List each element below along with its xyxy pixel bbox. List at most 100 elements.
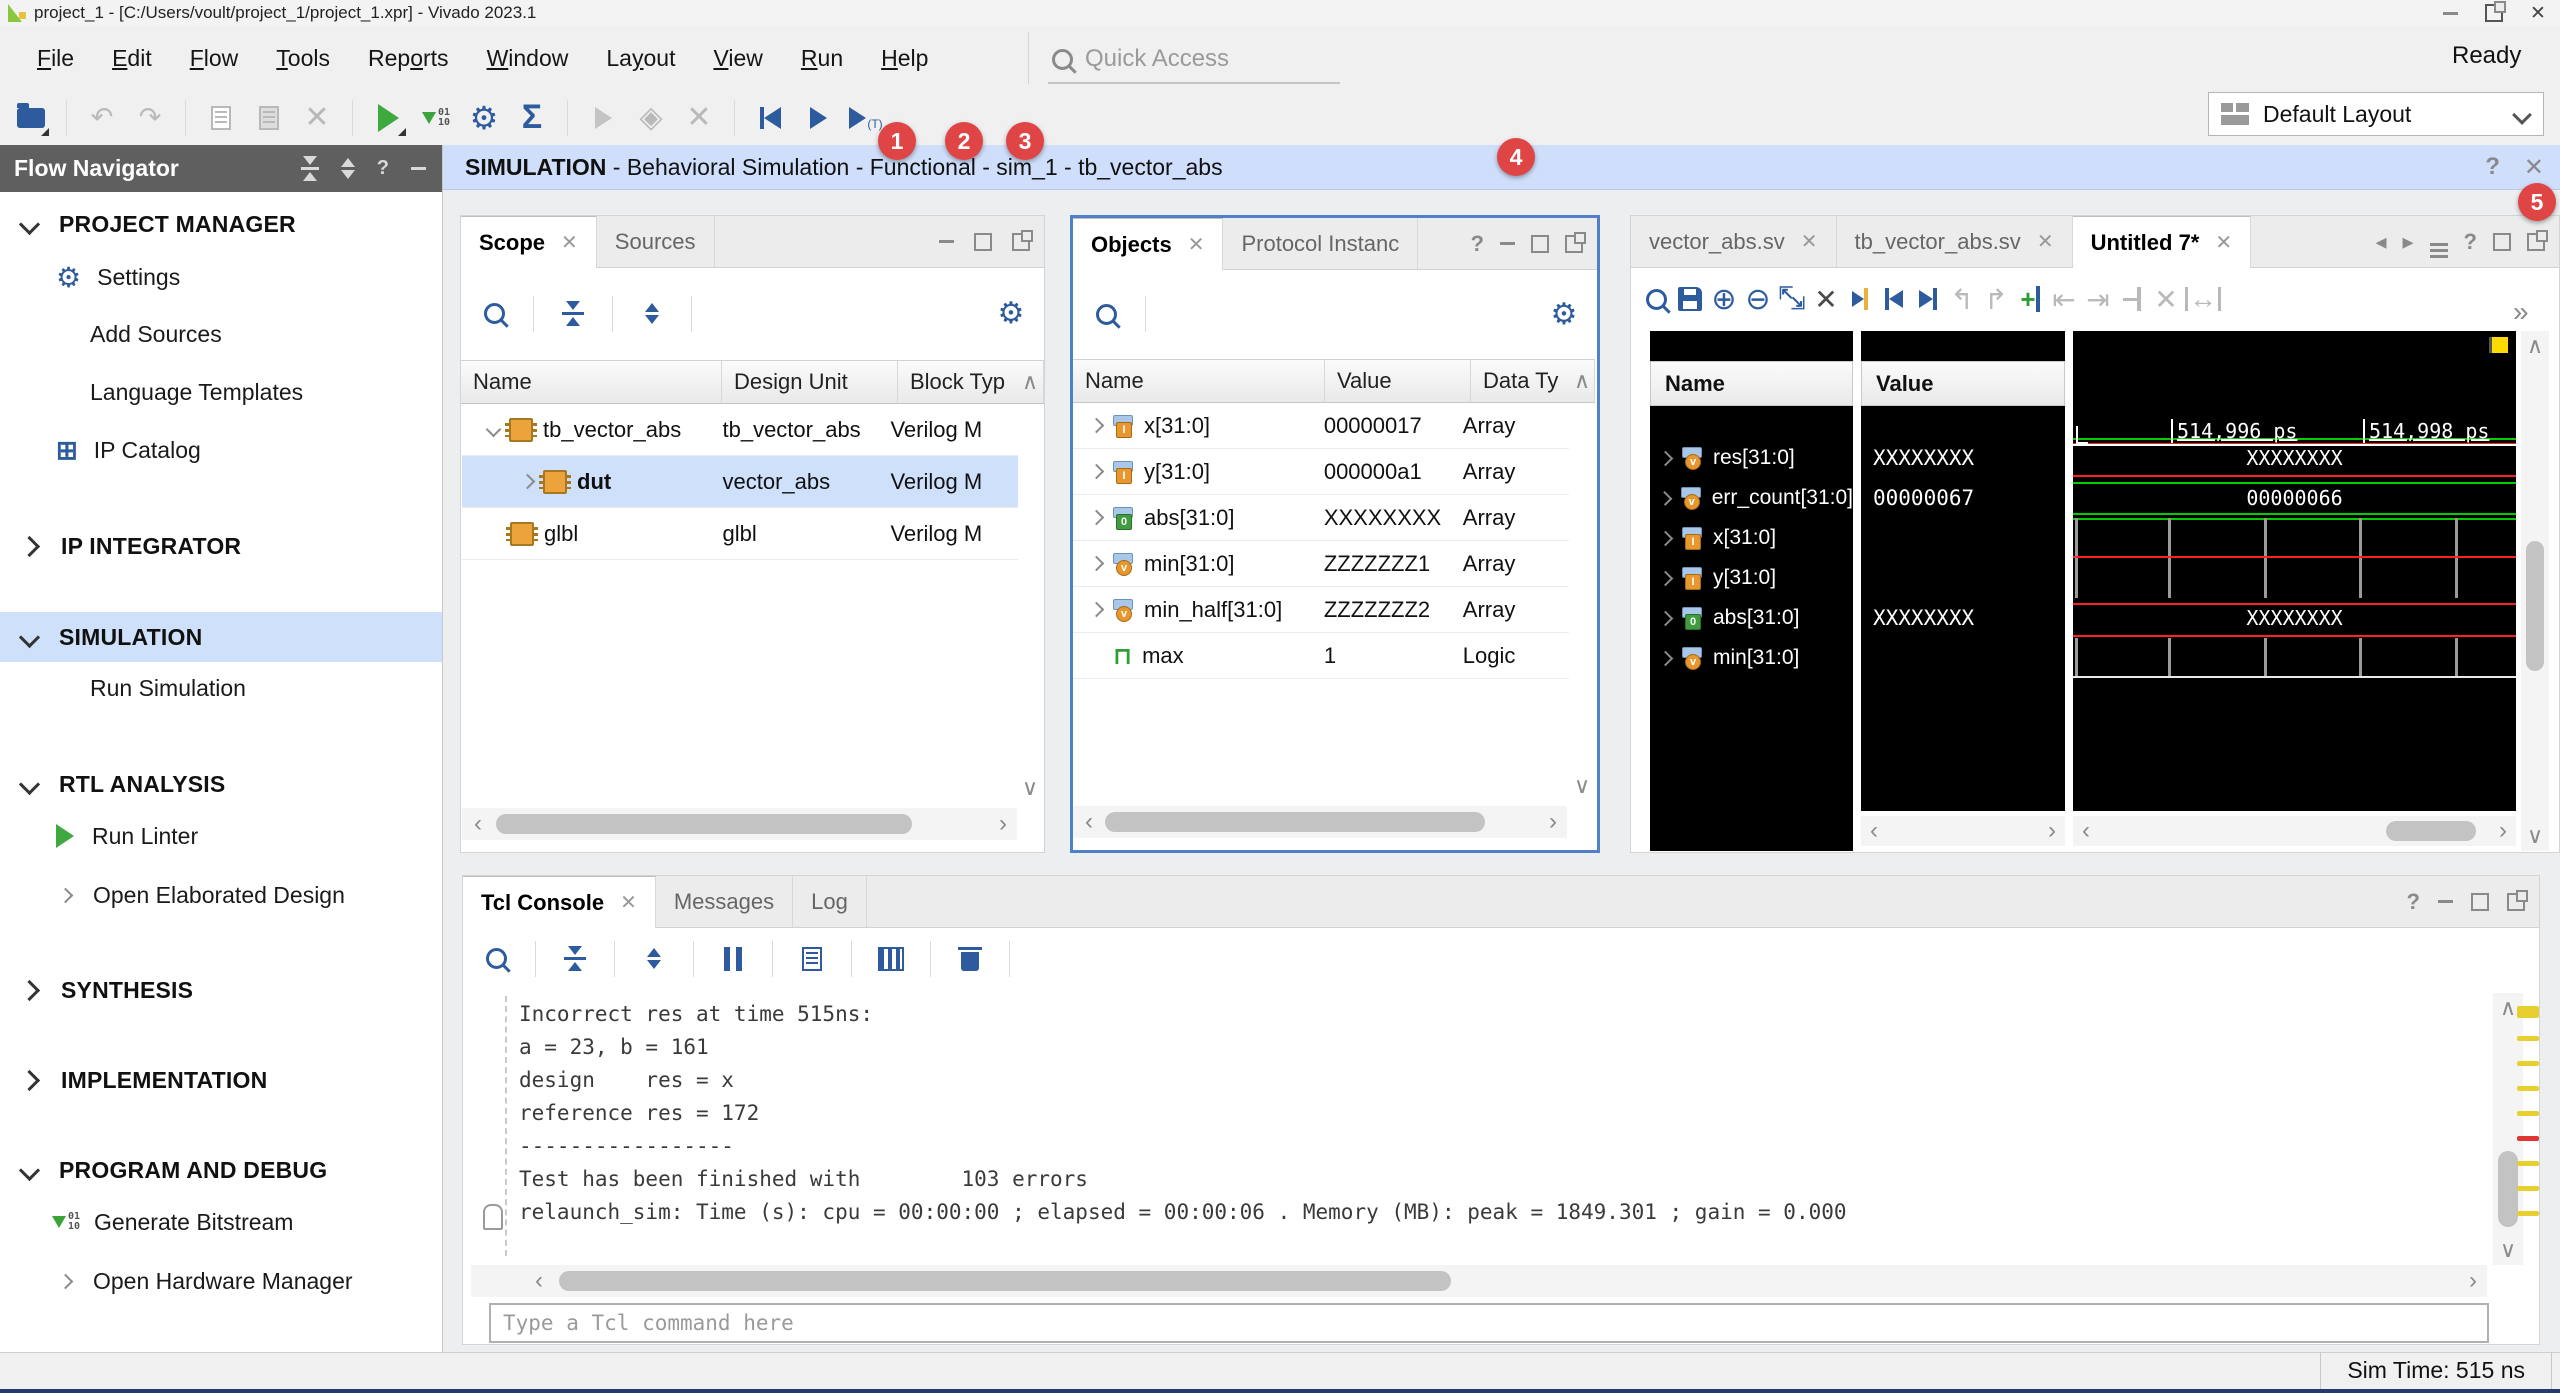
warning-marker[interactable] <box>2517 1086 2539 1091</box>
error-marker[interactable] <box>2517 1136 2539 1141</box>
menu-layout[interactable]: Layout <box>591 37 690 80</box>
horizontal-scrollbar[interactable]: ‹ › <box>2073 816 2516 846</box>
swap-next-icon[interactable]: ↱ <box>1981 284 2011 314</box>
nav-section-simulation[interactable]: SIMULATION <box>0 612 442 662</box>
close-tab-icon[interactable]: ✕ <box>2215 230 2232 255</box>
maximize-panel-icon[interactable] <box>2493 233 2511 251</box>
warning-marker[interactable] <box>2517 1161 2539 1166</box>
add-marker-icon[interactable]: + <box>2015 284 2045 314</box>
nav-item-settings[interactable]: ⚙Settings <box>0 252 442 302</box>
paste-icon[interactable] <box>250 99 288 137</box>
close-tab-icon[interactable]: ✕ <box>1188 232 1205 257</box>
horizontal-scrollbar[interactable]: ‹ › <box>1073 806 1567 838</box>
objects-row-max[interactable]: ⊓max1Logic <box>1073 633 1569 679</box>
run-all-icon[interactable] <box>799 99 837 137</box>
chevron-down-icon[interactable] <box>486 422 502 438</box>
collapse-all-icon[interactable] <box>556 940 594 978</box>
horizontal-scrollbar[interactable]: ‹ › <box>462 808 1017 840</box>
warning-marker[interactable] <box>2517 1061 2539 1066</box>
close-tab-icon[interactable]: ✕ <box>1801 229 1818 254</box>
chevron-right-icon[interactable] <box>1658 650 1674 666</box>
warning-marker[interactable] <box>2517 1111 2539 1116</box>
objects-row-abs310[interactable]: 0abs[31:0]XXXXXXXXArray <box>1073 495 1569 541</box>
collapse-all-icon[interactable] <box>301 156 319 181</box>
scroll-down-icon[interactable]: ∨ <box>1017 768 1043 808</box>
float-panel-icon[interactable] <box>2527 233 2545 251</box>
tab-untitled-7-[interactable]: Untitled 7*✕ <box>2073 216 2252 268</box>
nav-item-run-simulation[interactable]: Run Simulation <box>0 663 442 713</box>
window-restore-button[interactable] <box>2472 0 2516 26</box>
chevron-right-icon[interactable] <box>1089 602 1105 618</box>
tab-messages[interactable]: Messages <box>656 876 793 927</box>
minimize-panel-icon[interactable] <box>1500 242 1515 245</box>
menu-tools[interactable]: Tools <box>261 37 345 80</box>
tab-scroll-left-icon[interactable]: ◂ <box>2375 229 2386 255</box>
column-header-name[interactable]: Name <box>461 361 722 403</box>
chevron-right-icon[interactable] <box>1089 464 1105 480</box>
wave-signal-name[interactable]: vres[31:0] <box>1650 438 1853 478</box>
menu-help[interactable]: Help <box>866 37 943 80</box>
close-tab-icon[interactable]: ✕ <box>561 230 578 255</box>
nav-section-synthesis[interactable]: SYNTHESIS <box>0 965 442 1015</box>
chevron-right-icon[interactable] <box>1658 570 1674 586</box>
menu-view[interactable]: View <box>698 37 777 80</box>
wave-plot-area[interactable]: XXXXXXXX00000066XXXXXXXX514,996 ps514,99… <box>2073 331 2516 811</box>
minimize-panel-icon[interactable] <box>939 240 954 243</box>
chevron-right-icon[interactable] <box>1089 556 1105 572</box>
fit-width-icon[interactable]: ↔ <box>2185 287 2221 311</box>
menu-flow[interactable]: Flow <box>175 37 254 80</box>
minimize-panel-icon[interactable] <box>411 167 426 170</box>
copy-icon[interactable] <box>202 99 240 137</box>
help-icon[interactable]: ? <box>2464 229 2477 255</box>
delete-icon[interactable]: ✕ <box>2151 284 2181 314</box>
scroll-up-icon[interactable]: ∧ <box>1569 361 1595 401</box>
redo-icon[interactable]: ↷ <box>131 99 169 137</box>
maximize-panel-icon[interactable] <box>974 233 992 251</box>
pause-output-icon[interactable] <box>714 940 752 978</box>
remove-marker-icon[interactable] <box>2117 284 2147 314</box>
help-icon[interactable]: ? <box>1471 231 1484 257</box>
cancel-disabled-icon[interactable]: ✕ <box>680 99 718 137</box>
float-panel-icon[interactable] <box>1012 233 1030 251</box>
column-header-value[interactable]: Value <box>1325 360 1471 402</box>
float-panel-icon[interactable] <box>1565 235 1583 253</box>
help-icon[interactable]: ? <box>377 157 389 180</box>
horizontal-scrollbar[interactable]: ‹ › <box>1861 816 2065 846</box>
nav-section-ip-integrator[interactable]: IP INTEGRATOR <box>0 521 442 571</box>
tcl-command-input[interactable] <box>489 1303 2489 1343</box>
previous-marker-icon[interactable]: ⇤ <box>2049 284 2079 314</box>
warning-marker[interactable] <box>2517 1186 2539 1191</box>
column-header-name[interactable]: Name <box>1073 360 1325 402</box>
tab-objects[interactable]: Objects✕ <box>1073 218 1223 270</box>
horizontal-scrollbar[interactable]: ‹ › <box>471 1265 2487 1297</box>
delete-icon[interactable]: ✕ <box>298 99 336 137</box>
nav-item-generate-bitstream[interactable]: 0110Generate Bitstream <box>0 1197 442 1247</box>
nav-section-implementation[interactable]: IMPLEMENTATION <box>0 1055 442 1105</box>
wave-signal-name[interactable]: Ix[31:0] <box>1650 518 1853 558</box>
toggle-columns-icon[interactable] <box>872 940 910 978</box>
nav-item-ip-catalog[interactable]: ⊞IP Catalog <box>0 425 442 475</box>
tab-scroll-right-icon[interactable]: ▸ <box>2403 229 2414 255</box>
search-icon[interactable] <box>1087 295 1125 333</box>
wave-signal-name[interactable]: 0abs[31:0] <box>1650 598 1853 638</box>
window-minimize-button[interactable] <box>2428 0 2472 26</box>
search-icon[interactable] <box>1641 284 1671 314</box>
chevron-right-icon[interactable] <box>1658 491 1673 506</box>
tab-protocol-instanc[interactable]: Protocol Instanc <box>1223 218 1418 269</box>
clear-console-icon[interactable] <box>951 940 989 978</box>
zoom-out-icon[interactable]: ⊖ <box>1743 284 1773 314</box>
objects-row-min_half310[interactable]: vmin_half[31:0]ZZZZZZZ2Array <box>1073 587 1569 633</box>
warning-marker[interactable] <box>2517 1036 2539 1041</box>
menu-edit[interactable]: Edit <box>97 37 167 80</box>
chevron-right-icon[interactable] <box>520 474 536 490</box>
maximize-panel-icon[interactable] <box>1531 235 1549 253</box>
chevron-right-icon[interactable] <box>1658 450 1674 466</box>
tab-list-icon[interactable] <box>2430 226 2448 258</box>
help-icon[interactable]: ? <box>2485 153 2500 182</box>
warning-marker[interactable] <box>2517 1211 2539 1216</box>
tab-tcl-console[interactable]: Tcl Console✕ <box>463 876 656 928</box>
scope-row-glbl[interactable]: glblglblVerilog M <box>462 508 1018 560</box>
nav-section-rtl-analysis[interactable]: RTL ANALYSIS <box>0 759 442 809</box>
gear-icon[interactable]: ⚙ <box>992 295 1030 333</box>
chevron-right-icon[interactable] <box>1089 510 1105 526</box>
